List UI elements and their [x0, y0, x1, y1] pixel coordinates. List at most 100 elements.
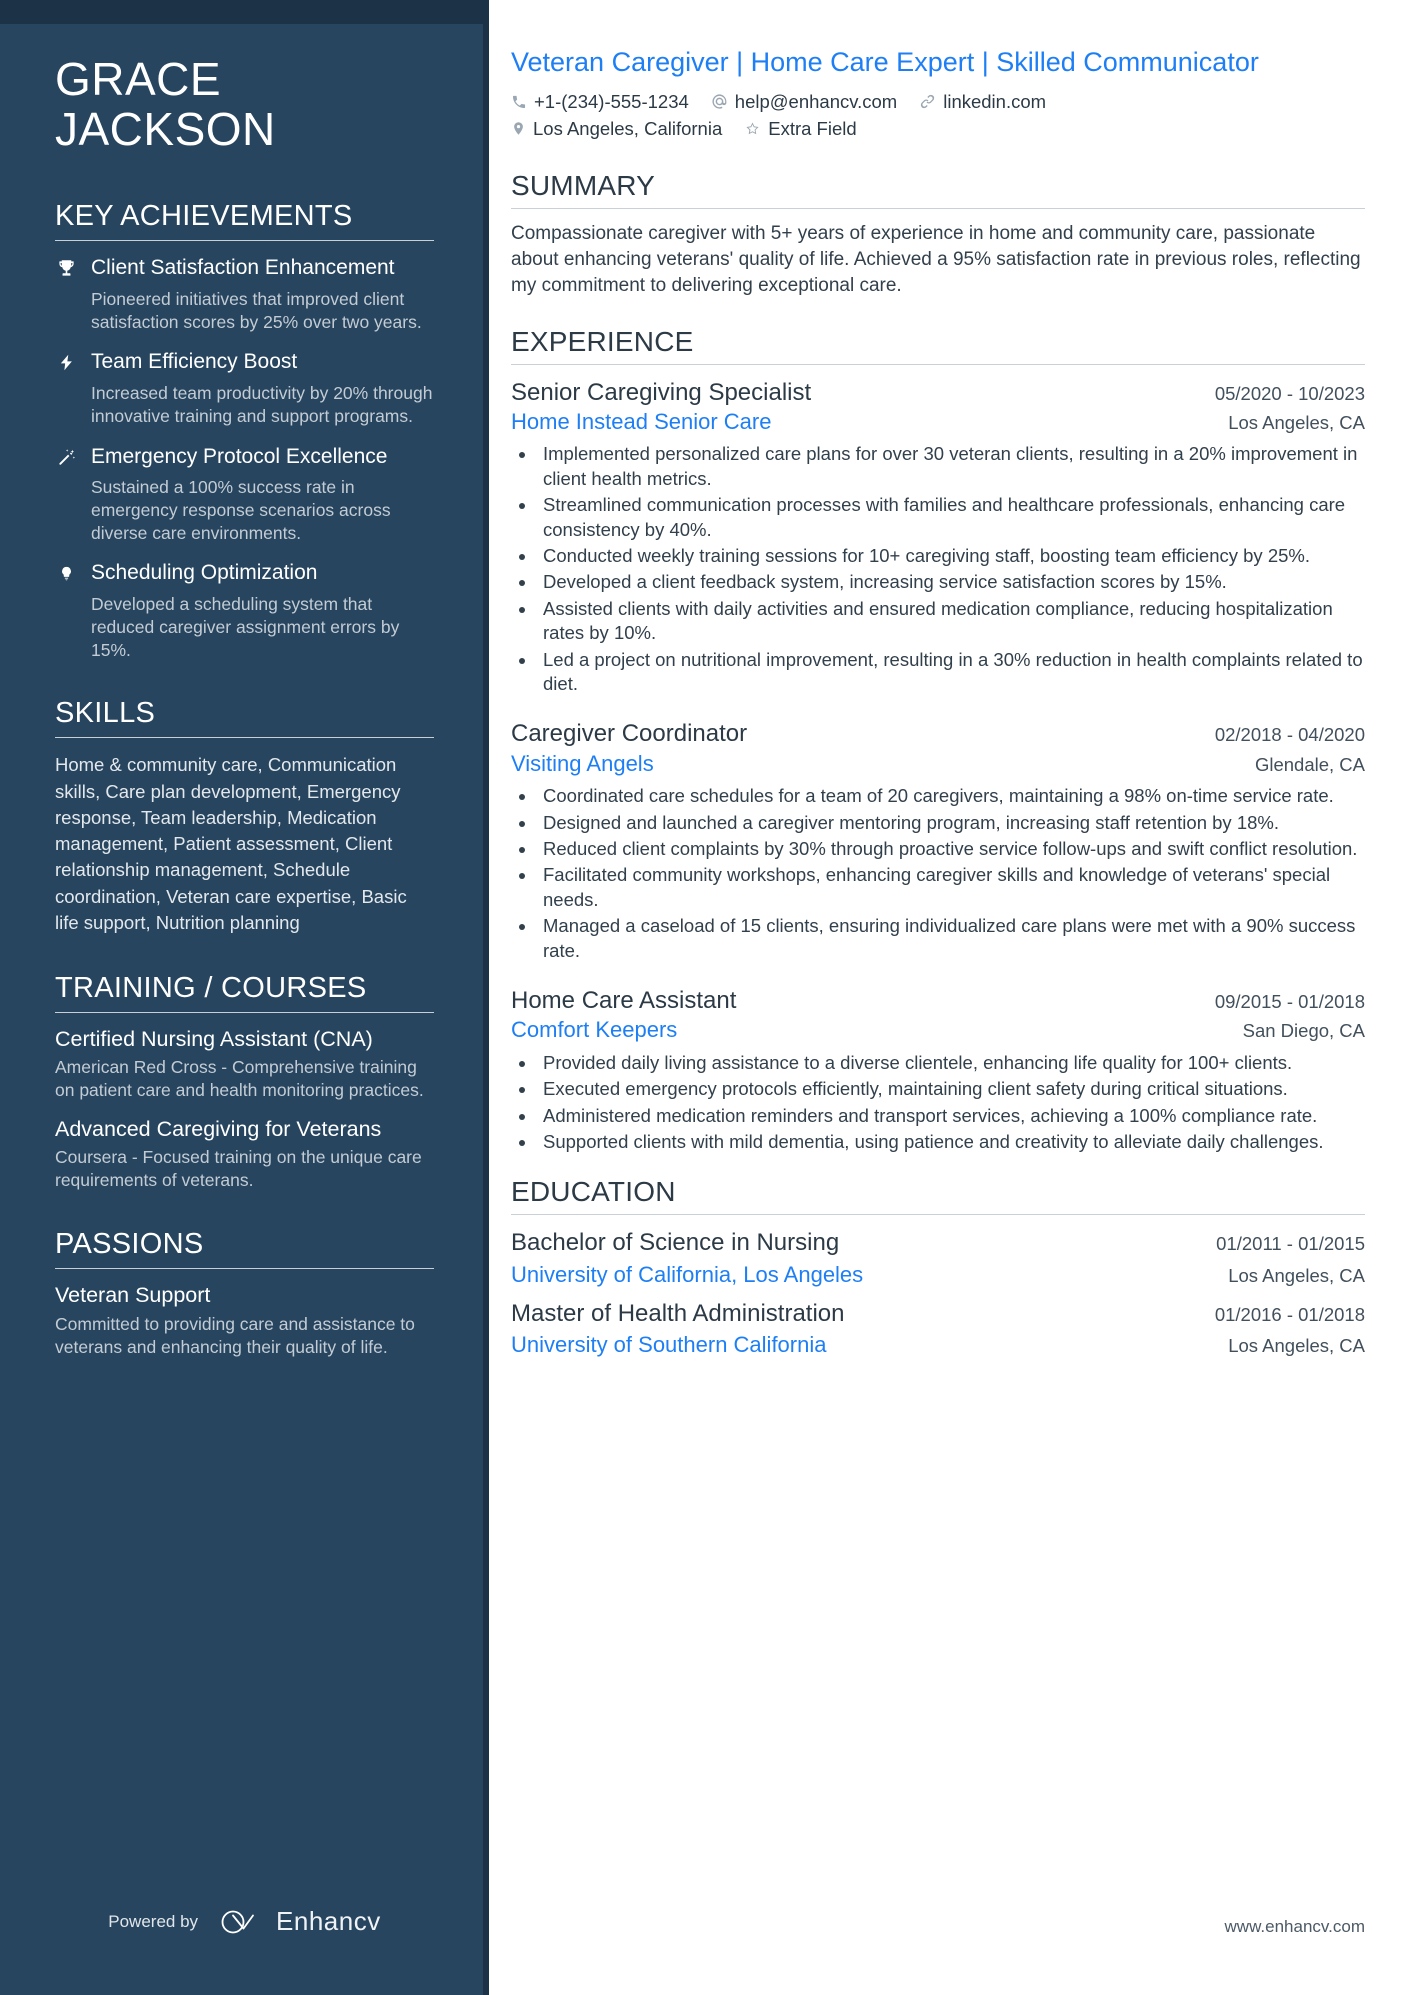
sidebar-top-accent-bar	[0, 0, 489, 24]
experience-heading: EXPERIENCE	[511, 325, 694, 357]
divider	[55, 737, 434, 739]
education-entry: Master of Health Administration 01/2016 …	[511, 1298, 1365, 1360]
job-bullet: Executed emergency protocols efficiently…	[537, 1077, 1365, 1101]
powered-by-footer: Powered by Enhancv	[0, 1906, 489, 1937]
job-location: Glendale, CA	[1254, 753, 1365, 775]
job-bullet: Supported clients with mild dementia, us…	[537, 1130, 1365, 1154]
first-name: GRACE	[55, 53, 222, 105]
achievement-item: Team Efficiency Boost	[55, 349, 434, 378]
contact-linkedin[interactable]: linkedin.com	[919, 91, 1046, 113]
experience-entry: Home Care Assistant 09/2015 - 01/2018 Co…	[511, 985, 1365, 1154]
experience-title-row: Caregiver Coordinator 02/2018 - 04/2020	[511, 718, 1365, 749]
contact-row-secondary: Los Angeles, California Extra Field	[511, 118, 1365, 140]
contact-email-value: help@enhancv.com	[734, 90, 898, 112]
link-icon	[921, 95, 935, 109]
job-bullets: Coordinated care schedules for a team of…	[511, 784, 1365, 963]
last-name: JACKSON	[55, 102, 276, 155]
contact-row-primary: +1-(234)-555-1234 help@enhancv.com linke…	[511, 91, 1365, 113]
trophy-icon	[55, 255, 77, 284]
experience-company-row: Home Instead Senior Care Los Angeles, CA	[511, 408, 1365, 437]
section-passions: PASSIONS Veteran Support Committed to pr…	[55, 1228, 434, 1359]
job-title: Senior Caregiving Specialist	[511, 378, 812, 406]
job-bullet: Developed a client feedback system, incr…	[537, 570, 1365, 594]
section-summary: SUMMARY Compassionate caregiver with 5+ …	[511, 170, 1365, 300]
passion-title: Veteran Support	[55, 1282, 211, 1307]
job-company[interactable]: Comfort Keepers	[511, 1016, 677, 1045]
achievement-item: Scheduling Optimization	[55, 560, 434, 589]
course-title: Advanced Caregiving for Veterans	[55, 1117, 382, 1142]
education-school[interactable]: University of California, Los Angeles	[511, 1260, 863, 1290]
section-training-courses: TRAINING / COURSES Certified Nursing Ass…	[55, 972, 434, 1192]
job-title: Caregiver Coordinator	[511, 720, 748, 748]
education-location: Los Angeles, CA	[1228, 1334, 1365, 1356]
at-sign-icon	[712, 94, 727, 110]
contact-extra-field[interactable]: Extra Field	[744, 117, 857, 140]
achievement-title: Scheduling Optimization	[91, 561, 318, 585]
contact-email[interactable]: help@enhancv.com	[711, 91, 897, 113]
key-achievements-heading: KEY ACHIEVEMENTS	[55, 200, 353, 233]
contact-location-value: Los Angeles, California	[533, 117, 723, 139]
skills-list: Home & community care, Communication ski…	[55, 754, 407, 933]
education-school-row: University of Southern California Los An…	[511, 1330, 1365, 1360]
contact-phone-value: +1-(234)-555-1234	[534, 90, 689, 112]
training-courses-heading: TRAINING / COURSES	[55, 972, 367, 1005]
section-experience: EXPERIENCE Senior Caregiving Specialist …	[511, 326, 1365, 1155]
achievement-item: Emergency Protocol Excellence	[55, 444, 434, 473]
job-bullet: Provided daily living assistance to a di…	[537, 1051, 1365, 1075]
section-skills: SKILLS Home & community care, Communicat…	[55, 697, 434, 936]
contact-phone[interactable]: +1-(234)-555-1234	[511, 91, 689, 113]
experience-company-row: Comfort Keepers San Diego, CA	[511, 1016, 1365, 1045]
education-degree: Bachelor of Science in Nursing	[511, 1229, 840, 1257]
job-bullet: Coordinated care schedules for a team of…	[537, 784, 1365, 808]
job-bullet: Assisted clients with daily activities a…	[537, 597, 1365, 646]
education-degree: Master of Health Administration	[511, 1299, 845, 1327]
job-location: San Diego, CA	[1242, 1020, 1365, 1042]
map-pin-icon	[514, 122, 523, 136]
contact-extra-field-value: Extra Field	[768, 117, 857, 139]
lightbulb-icon	[55, 560, 77, 589]
job-bullet: Administered medication reminders and tr…	[537, 1104, 1365, 1128]
divider	[55, 240, 434, 242]
job-bullet: Led a project on nutritional improvement…	[537, 648, 1365, 697]
enhancv-logo: Enhancv	[220, 1906, 381, 1937]
powered-by-label: Powered by	[108, 1911, 199, 1931]
job-dates: 09/2015 - 01/2018	[1214, 991, 1365, 1013]
job-bullet: Designed and launched a caregiver mentor…	[537, 811, 1365, 835]
contact-location[interactable]: Los Angeles, California	[511, 118, 722, 140]
sidebar-right-edge	[483, 0, 489, 1995]
achievement-title: Team Efficiency Boost	[91, 350, 298, 374]
summary-heading: SUMMARY	[511, 169, 656, 201]
course-item: Certified Nursing Assistant (CNA) Americ…	[55, 1027, 434, 1101]
section-key-achievements: KEY ACHIEVEMENTS Client Satisfaction Enh…	[55, 200, 434, 661]
phone-icon	[513, 95, 526, 108]
job-company[interactable]: Visiting Angels	[511, 750, 654, 779]
experience-entry: Caregiver Coordinator 02/2018 - 04/2020 …	[511, 718, 1365, 963]
education-degree-row: Bachelor of Science in Nursing 01/2011 -…	[511, 1227, 1365, 1259]
education-dates: 01/2016 - 01/2018	[1214, 1303, 1365, 1325]
divider	[55, 1012, 434, 1014]
job-bullet: Managed a caseload of 15 clients, ensuri…	[537, 914, 1365, 963]
candidate-name: GRACE JACKSON	[55, 0, 434, 164]
education-school-row: University of California, Los Angeles Lo…	[511, 1260, 1365, 1290]
education-location: Los Angeles, CA	[1228, 1264, 1365, 1286]
education-heading: EDUCATION	[511, 1176, 676, 1208]
education-school[interactable]: University of Southern California	[511, 1330, 826, 1360]
education-degree-row: Master of Health Administration 01/2016 …	[511, 1298, 1365, 1330]
contact-info: +1-(234)-555-1234 help@enhancv.com linke…	[511, 91, 1365, 140]
main-content: Veteran Caregiver | Home Care Expert | S…	[489, 0, 1410, 1995]
education-dates: 01/2011 - 01/2015	[1216, 1233, 1365, 1255]
job-dates: 05/2020 - 10/2023	[1214, 382, 1365, 404]
course-description: Coursera - Focused training on the uniqu…	[55, 1147, 422, 1190]
job-bullet: Streamlined communication processes with…	[537, 493, 1365, 542]
summary-text: Compassionate caregiver with 5+ years of…	[511, 222, 1361, 297]
star-icon	[746, 122, 759, 135]
contact-linkedin-value: linkedin.com	[943, 90, 1047, 112]
skills-heading: SKILLS	[55, 697, 156, 730]
job-company[interactable]: Home Instead Senior Care	[511, 408, 771, 437]
job-dates: 02/2018 - 04/2020	[1214, 724, 1365, 746]
job-bullet: Conducted weekly training sessions for 1…	[537, 544, 1365, 568]
achievement-item: Client Satisfaction Enhancement	[55, 255, 434, 284]
site-url: www.enhancv.com	[1224, 1917, 1365, 1936]
job-title: Home Care Assistant	[511, 987, 737, 1015]
job-bullets: Implemented personalized care plans for …	[511, 442, 1365, 696]
